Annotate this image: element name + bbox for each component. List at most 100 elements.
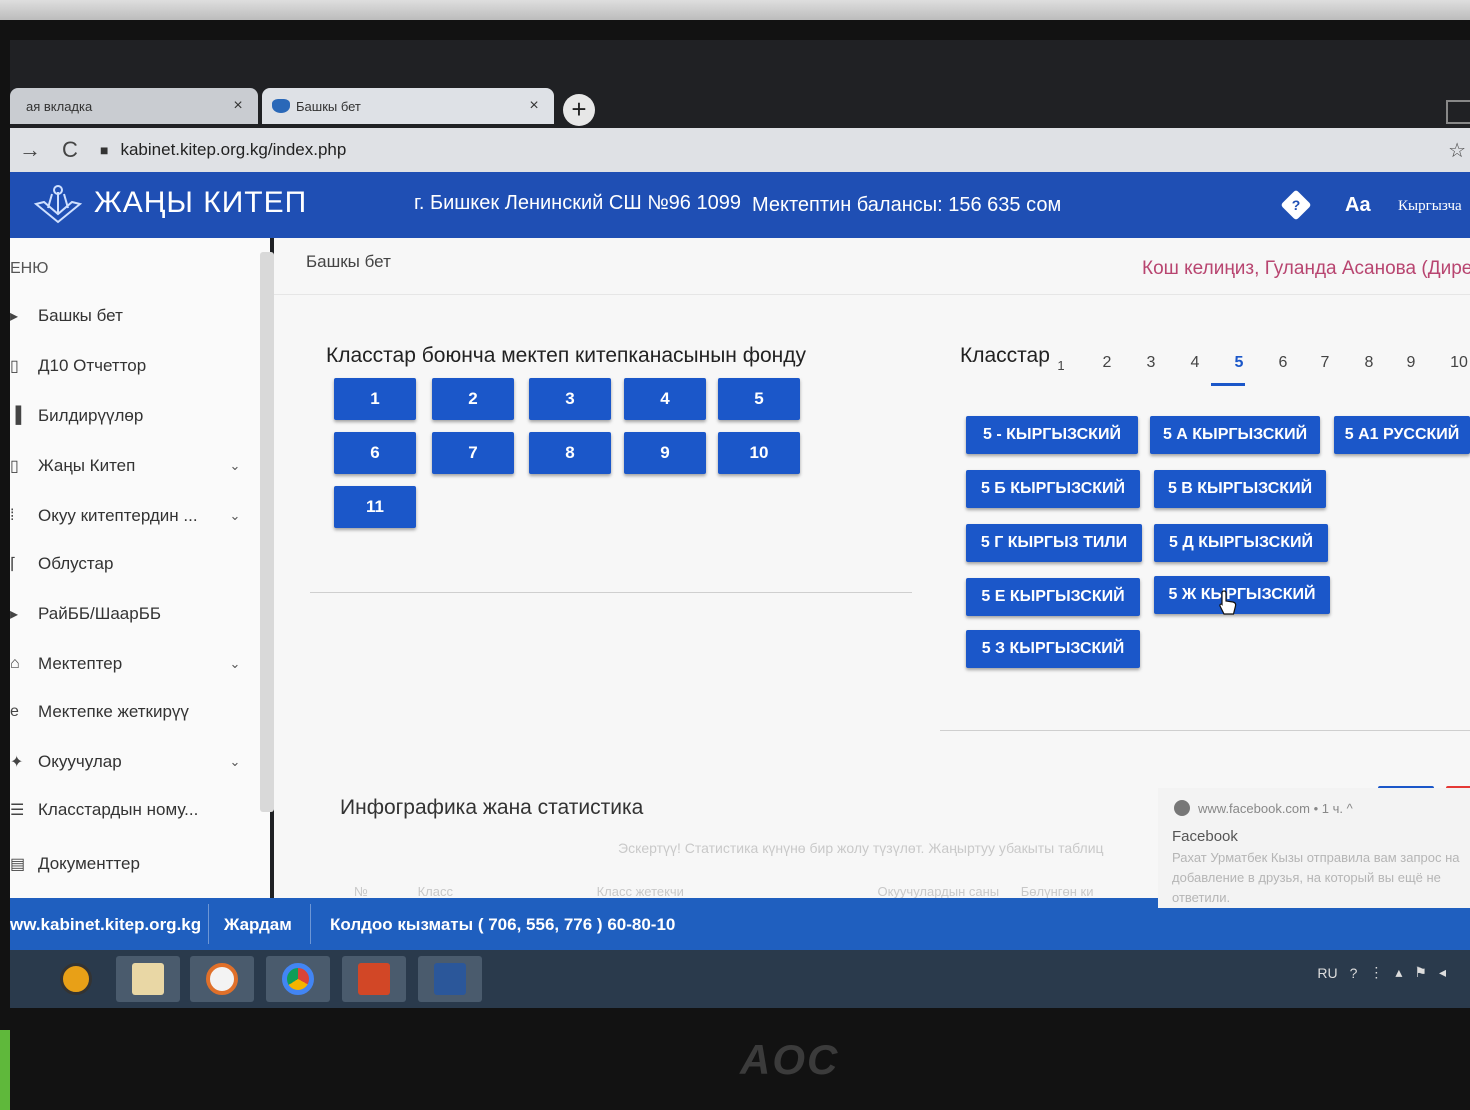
grade-button[interactable]: 3 (529, 378, 611, 420)
tab-class-9[interactable]: 9 (1396, 354, 1426, 372)
sidebar-item-label: Д10 Отчеттор (38, 356, 147, 375)
class-button[interactable]: 5 Г КЫРГЫЗ ТИЛИ (966, 524, 1142, 562)
address-bar: → C ■ kabinet.kitep.org.kg/index.php ☆ (10, 128, 1470, 172)
footer-site-link[interactable]: ww.kabinet.kitep.org.kg (10, 915, 201, 935)
breadcrumb[interactable]: Башкы бет (306, 252, 391, 272)
tab-class-4[interactable]: 4 (1180, 354, 1210, 372)
language-selector[interactable]: Кыргызча (1398, 198, 1462, 215)
language-indicator[interactable]: RU (1317, 965, 1337, 981)
tab-class-8[interactable]: 8 (1354, 354, 1384, 372)
chevron-down-icon[interactable]: ⌄ (220, 508, 250, 524)
sidebar-item-new-book[interactable]: ▯ Жаңы Китеп ⌄ (10, 446, 250, 486)
class-button[interactable]: 5 Е КЫРГЫЗСКИЙ (966, 578, 1140, 616)
bell-icon: ▐ (10, 407, 22, 424)
grade-button[interactable]: 9 (624, 432, 706, 474)
volume-icon[interactable]: ◂ (1439, 964, 1446, 981)
chevron-up-icon[interactable]: ▴ (1395, 964, 1402, 981)
taskbar-app[interactable] (52, 956, 100, 1002)
sidebar-scrollbar[interactable] (260, 252, 274, 812)
media-player-icon (206, 963, 238, 995)
book-icon: ▯ (10, 458, 19, 475)
lock-icon: ■ (100, 142, 109, 158)
sidebar-item-label: Мектептер (38, 654, 123, 673)
grade-button[interactable]: 8 (529, 432, 611, 474)
taskbar-app[interactable] (418, 956, 482, 1002)
sidebar-item-schools[interactable]: ⌂ Мектептер ⌄ (10, 644, 250, 684)
tab-class-7[interactable]: 7 (1310, 354, 1340, 372)
grade-button[interactable]: 4 (624, 378, 706, 420)
class-button[interactable]: 5 - КЫРГЫЗСКИЙ (966, 416, 1138, 454)
reload-icon[interactable]: C (50, 137, 90, 163)
bookmark-star-icon[interactable]: ☆ (1448, 138, 1466, 163)
infographics-title: Инфографика жана статистика (340, 796, 644, 819)
sidebar-item-regions[interactable]: ⌈ Облустар (10, 544, 250, 584)
network-icon[interactable]: ⋮ (1369, 964, 1383, 981)
new-tab-button[interactable]: + (563, 94, 595, 126)
flag-icon[interactable]: ⚑ (1414, 964, 1427, 981)
sidebar-item-label: Мектепке жеткирүү (38, 702, 189, 721)
tab-class-6[interactable]: 6 (1268, 354, 1298, 372)
table-header-cell: Окуучулардын саны (877, 884, 1000, 899)
taskbar-app[interactable] (266, 956, 330, 1002)
sidebar-item-delivery[interactable]: e Мектепке жеткирүү (10, 692, 250, 732)
grade-button[interactable]: 6 (334, 432, 416, 474)
delivery-icon: e (10, 703, 19, 720)
window-control-icon[interactable] (1446, 100, 1470, 124)
sidebar-item-home[interactable]: ▸ Башкы бет (10, 296, 250, 336)
class-button[interactable]: 5 А КЫРГЫЗСКИЙ (1150, 416, 1320, 454)
tab-class-5[interactable]: 5 (1224, 354, 1254, 372)
divider (310, 592, 912, 593)
tab-home[interactable]: Башкы бет × (262, 88, 554, 124)
help-icon[interactable]: ? (1280, 189, 1312, 221)
notification-title: Facebook (1172, 828, 1238, 845)
sidebar-item-districts[interactable]: ▸ РайББ/ШаарББ (10, 594, 250, 634)
grade-button[interactable]: 11 (334, 486, 416, 528)
chevron-down-icon[interactable]: ⌄ (220, 458, 250, 474)
class-button[interactable]: 5 В КЫРГЫЗСКИЙ (1154, 470, 1326, 508)
table-header-cell: № (354, 884, 368, 899)
sidebar-item-documents[interactable]: ▤ Документтер (10, 844, 250, 884)
site-header: ЖАҢЫ КИТЕП г. Бишкек Ленинский СШ №96 10… (10, 172, 1470, 238)
taskbar-app[interactable] (342, 956, 406, 1002)
sidebar-item-label: Класстардын ному... (38, 800, 199, 819)
hand-cursor-icon (1219, 590, 1237, 615)
sidebar-item-class-numbers[interactable]: ☰ Класстардын ному... (10, 790, 250, 830)
grade-button[interactable]: 10 (718, 432, 800, 474)
tab-class-10[interactable]: 10 (1444, 354, 1470, 372)
site-logo[interactable]: ЖАҢЫ КИТЕП (94, 186, 307, 220)
tab-new-tab[interactable]: ая вкладка × (10, 88, 258, 124)
help-glyph: ? (1291, 197, 1301, 213)
url-field[interactable]: kabinet.kitep.org.kg/index.php (120, 140, 346, 160)
taskbar-app[interactable] (116, 956, 180, 1002)
chevron-down-icon[interactable]: ⌄ (220, 656, 250, 672)
chevron-down-icon[interactable]: ⌄ (220, 754, 250, 770)
class-button[interactable]: 5 Б КЫРГЫЗСКИЙ (966, 470, 1140, 508)
grade-button[interactable]: 7 (432, 432, 514, 474)
sidebar-item-reports[interactable]: ▯ Д10 Отчеттор (10, 346, 250, 386)
sidebar-item-label: Жаңы Китеп (38, 456, 136, 475)
notification-source: www.facebook.com • 1 ч. ^ (1174, 800, 1353, 816)
class-button[interactable]: 5 З КЫРГЫЗСКИЙ (966, 630, 1140, 668)
footer-help-link[interactable]: Жардам (224, 915, 292, 935)
forward-icon[interactable]: → (10, 137, 50, 163)
sidebar-item-notifications[interactable]: ▐ Билдирүүлөр (10, 396, 250, 436)
sidebar-item-textbooks[interactable]: ⁞ Окуу китептердин ... ⌄ (10, 496, 250, 536)
grade-button[interactable]: 2 (432, 378, 514, 420)
tab-class-2[interactable]: 2 (1092, 354, 1122, 372)
font-size-button[interactable]: Aa (1345, 194, 1371, 217)
help-icon[interactable]: ? (1350, 965, 1358, 981)
document-icon: ▤ (10, 856, 26, 873)
close-icon[interactable]: × (228, 97, 248, 115)
close-icon[interactable]: × (524, 97, 544, 115)
grade-button[interactable]: 1 (334, 378, 416, 420)
sidebar-item-label: Окуучулар (38, 752, 122, 771)
class-button[interactable]: 5 Ж КЫРГЫЗСКИЙ (1154, 576, 1330, 614)
class-button[interactable]: 5 А1 РУССКИЙ (1334, 416, 1470, 454)
taskbar-app[interactable] (190, 956, 254, 1002)
notification-popup[interactable]: www.facebook.com • 1 ч. ^ Facebook Рахат… (1158, 788, 1470, 908)
tab-class-3[interactable]: 3 (1136, 354, 1166, 372)
tab-class-1[interactable]: 1 (1046, 358, 1076, 373)
grade-button[interactable]: 5 (718, 378, 800, 420)
sidebar-item-students[interactable]: ✦ Окуучулар ⌄ (10, 742, 250, 782)
class-button[interactable]: 5 Д КЫРГЫЗСКИЙ (1154, 524, 1328, 562)
